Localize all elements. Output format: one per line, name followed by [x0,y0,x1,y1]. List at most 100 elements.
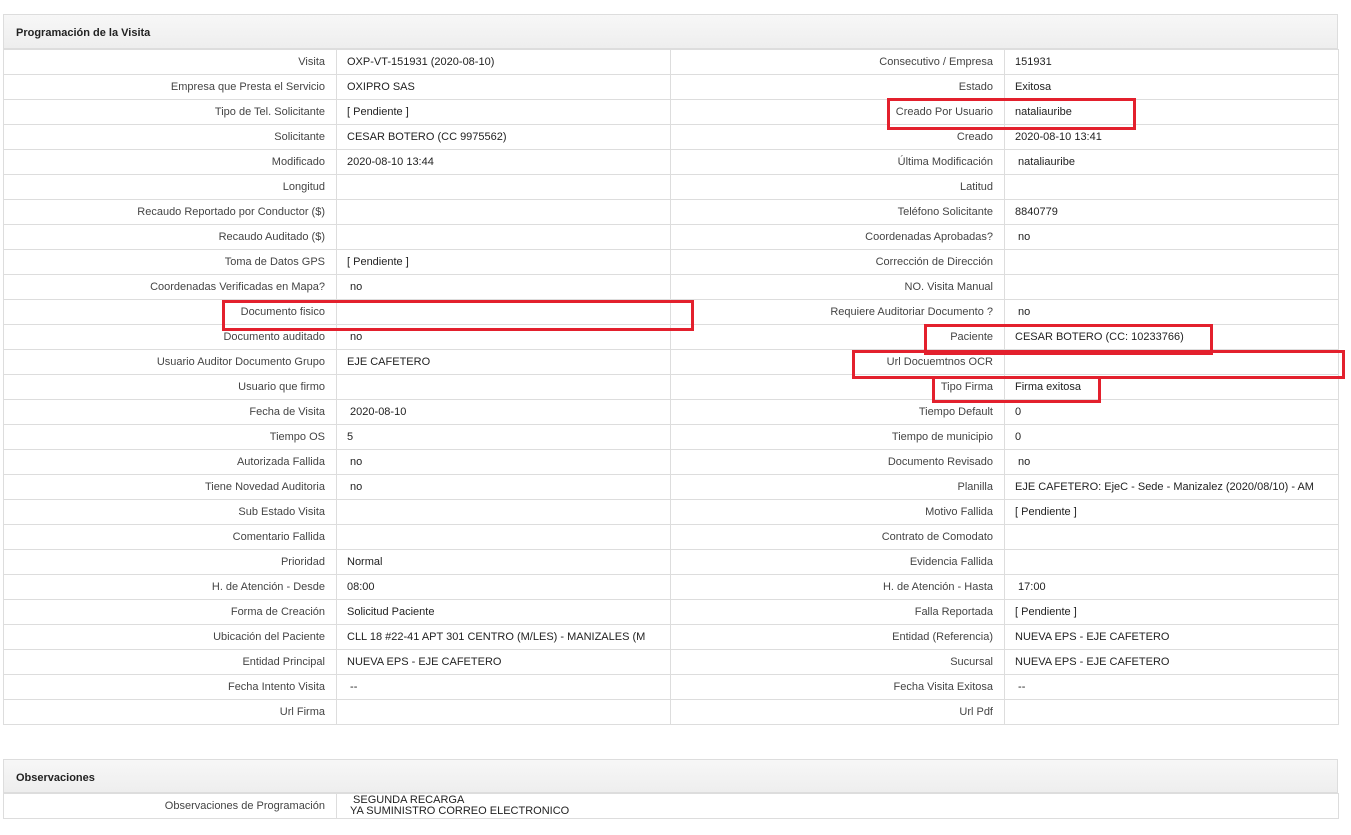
field-value: [ Pendiente ] [1004,499,1339,525]
field-label: Documento fisico [3,299,337,325]
field-label: Tiempo de municipio [670,424,1005,450]
field-label: Tipo de Tel. Solicitante [3,99,337,125]
field-label: Tiene Novedad Auditoria [3,474,337,500]
field-label: Usuario Auditor Documento Grupo [3,349,337,375]
table-row: Longitud Latitud [3,174,1339,200]
field-label: Creado Por Usuario [670,99,1005,125]
table-row: Sub Estado Visita Motivo Fallida[ Pendien… [3,499,1339,525]
table-row: Visita OXP-VT-151931 (2020-08-10) Consecut… [3,49,1339,75]
field-label: Creado [670,124,1005,150]
field-label: Coordenadas Aprobadas? [670,224,1005,250]
observations-table: Observaciones de Programación SEGUNDA RE… [3,793,1339,819]
field-label: Tiempo Default [670,399,1005,425]
field-label: Usuario que firmo [3,374,337,400]
field-value: CESAR BOTERO (CC: 10233766) [1004,324,1339,350]
field-label: Paciente [670,324,1005,350]
field-label: Longitud [3,174,337,200]
field-label: Consecutivo / Empresa [670,49,1005,75]
field-label: Toma de Datos GPS [3,249,337,275]
observations-label: Observaciones de Programación [3,793,337,819]
field-value: 2020-08-10 13:44 [336,149,671,175]
field-value [336,499,671,525]
table-row: H. de Atención - Desde 08:00 H. de Atenció… [3,574,1339,600]
field-label: Última Modificación [670,149,1005,175]
field-value: [ Pendiente ] [336,99,671,125]
field-label: Autorizada Fallida [3,449,337,475]
table-row: Recaudo Reportado por Conductor ($) Teléf… [3,199,1339,225]
field-label: Fecha Intento Visita [3,674,337,700]
table-row: Prioridad Normal Evidencia Fallida [3,549,1339,575]
field-label: Latitud [670,174,1005,200]
field-value [1004,349,1339,375]
table-row: Forma de Creación Solicitud Paciente Falla… [3,599,1339,625]
table-row: Recaudo Auditado ($) Coordenadas Aprobada… [3,224,1339,250]
table-row: Comentario Fallida Contrato de Comodato [3,524,1339,550]
field-value: no [1004,449,1339,475]
table-row: Coordenadas Verificadas en Mapa? no NO. V… [3,274,1339,300]
field-value: no [336,449,671,475]
visit-schedule-panel: Programación de la Visita Visita OXP-VT-1… [3,14,1339,725]
field-value: no [336,274,671,300]
field-value: Solicitud Paciente [336,599,671,625]
field-label: Url Docuemtnos OCR [670,349,1005,375]
field-label: Url Firma [3,699,337,725]
field-value [336,299,671,325]
field-value: no [1004,299,1339,325]
table-row: Ubicación del Paciente CLL 18 #22-41 APT … [3,624,1339,650]
field-value: -- [1004,674,1339,700]
field-label: Contrato de Comodato [670,524,1005,550]
field-label: H. de Atención - Hasta [670,574,1005,600]
field-value: Normal [336,549,671,575]
field-value [336,174,671,200]
field-value [1004,549,1339,575]
field-label: Solicitante [3,124,337,150]
table-row: Observaciones de Programación SEGUNDA RE… [3,793,1339,819]
table-row: Documento auditado no Paciente CESAR BOTER… [3,324,1339,350]
field-value: [ Pendiente ] [336,249,671,275]
visit-details-table: Visita OXP-VT-151931 (2020-08-10) Consecut… [3,49,1339,725]
field-label: Sub Estado Visita [3,499,337,525]
field-label: Documento auditado [3,324,337,350]
field-label: Entidad Principal [3,649,337,675]
field-label: Documento Revisado [670,449,1005,475]
field-value: EJE CAFETERO: EjeC - Sede - Manizalez (2… [1004,474,1339,500]
field-label: Recaudo Auditado ($) [3,224,337,250]
table-row: Fecha de Visita 2020-08-10 Tiempo Default… [3,399,1339,425]
field-label: Sucursal [670,649,1005,675]
field-label: Requiere Auditoriar Documento ? [670,299,1005,325]
field-value: OXP-VT-151931 (2020-08-10) [336,49,671,75]
field-value: Firma exitosa [1004,374,1339,400]
visit-schedule-title: Programación de la Visita [3,14,1338,49]
field-value: nataliauribe [1004,99,1339,125]
table-row: Modificado 2020-08-10 13:44 Última Modific… [3,149,1339,175]
field-value: OXIPRO SAS [336,74,671,100]
field-label: Coordenadas Verificadas en Mapa? [3,274,337,300]
table-row: Autorizada Fallida no Documento Revisado … [3,449,1339,475]
field-label: Teléfono Solicitante [670,199,1005,225]
table-row: Tiene Novedad Auditoria no Planilla EJE CA… [3,474,1339,500]
table-row: Toma de Datos GPS[ Pendiente ] Corrección… [3,249,1339,275]
field-value: no [1004,224,1339,250]
field-label: Fecha Visita Exitosa [670,674,1005,700]
field-value: no [336,474,671,500]
field-label: Comentario Fallida [3,524,337,550]
field-label: Corrección de Dirección [670,249,1005,275]
field-value: nataliauribe [1004,149,1339,175]
field-value: NUEVA EPS - EJE CAFETERO [336,649,671,675]
field-value [1004,274,1339,300]
field-value: 151931 [1004,49,1339,75]
field-value: 5 [336,424,671,450]
field-value: 08:00 [336,574,671,600]
table-row: Empresa que Presta el Servicio OXIPRO SAS… [3,74,1339,100]
table-row: Usuario Auditor Documento Grupo EJE CAFET… [3,349,1339,375]
field-label: Tipo Firma [670,374,1005,400]
field-value [336,374,671,400]
field-value: NUEVA EPS - EJE CAFETERO [1004,649,1339,675]
table-row: Fecha Intento Visita -- Fecha Visita Exit… [3,674,1339,700]
field-label: H. de Atención - Desde [3,574,337,600]
field-label: Prioridad [3,549,337,575]
observations-title: Observaciones [3,759,1338,793]
field-value [1004,174,1339,200]
field-value: 8840779 [1004,199,1339,225]
field-label: Evidencia Fallida [670,549,1005,575]
